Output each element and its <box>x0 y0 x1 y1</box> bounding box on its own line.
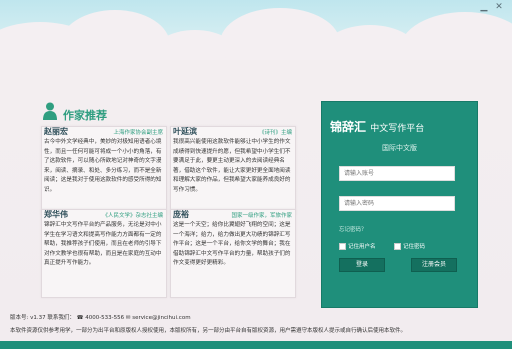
forgot-password-link[interactable]: 忘记密码？ <box>339 225 367 233</box>
card-author-tag: 《诗刊》主编 <box>258 130 292 136</box>
logo-subtitle: 中文写作平台 <box>370 124 425 134</box>
card-quote: 古今中外文学经典中，美妙的对极知用语者心境性，而且一任何可能可将成一个小小的角落… <box>44 139 162 193</box>
remember-user-checkbox[interactable] <box>339 242 346 250</box>
username-input[interactable] <box>339 166 455 181</box>
card-author-tag: 《人民文学》杂志社主编 <box>102 213 163 219</box>
logo-brand: 锦辞汇 <box>330 120 367 134</box>
login-panel: 锦辞汇 中文写作平台 国际中文版 忘记密码？ 记住用户名 记住密码 登录 注册会… <box>321 101 478 308</box>
app-logo: 锦辞汇 中文写作平台 <box>330 118 424 135</box>
card-author-tag: 上海作家协会副主席 <box>113 130 163 136</box>
cloud-base <box>0 60 512 100</box>
card-author-tag: 国家一级作家，军旅作家 <box>231 213 292 219</box>
recommendation-card: 叶延滨 《诗刊》主编 我很高兴能使用这款软件能够让中小学生的作文成绩得到快速提升… <box>170 126 296 215</box>
version-label: 国际中文版 <box>382 144 417 152</box>
card-quote: 我很高兴能使用这款软件能够让中小学生的作文成绩得到快速提升的愿，但我希望中小学生… <box>173 139 291 193</box>
minimize-button[interactable]: ▁ <box>479 3 489 12</box>
remember-password-checkbox[interactable] <box>394 242 401 250</box>
recommendation-card: 庞裕 国家一级作家，军旅作家 这是一个天空；给你比翼翅好飞翔的空间；这是一个海洋… <box>170 209 296 298</box>
user-icon <box>43 102 57 120</box>
remember-password-label: 记住密码 <box>403 244 426 250</box>
card-quote: 这是一个天空；给你比翼翅好飞翔的空间；这是一个海洋；给力，给力做出更大功绩的锦辞… <box>173 222 291 267</box>
password-input[interactable] <box>339 196 455 211</box>
section-title: 作家推荐 <box>63 109 107 122</box>
card-author-name: 庞裕 <box>173 210 189 219</box>
footer-disclaimer: 本软件资源仅供参考用学，一部分为出平台和原版权人授权使用，本版权所有，另一部分由… <box>10 328 407 334</box>
app-window: ▁ ✕ 作家推荐 赵丽宏 上海作家协会副主席 古今中外文学经典中，美妙的对极知用… <box>0 0 512 349</box>
remember-user-label: 记住用户名 <box>348 244 376 250</box>
footer-contact: 版本号: v1.37 联系我们： ☎ 4000-533-556 ✉ servic… <box>10 315 191 321</box>
recommendation-card: 赵丽宏 上海作家协会副主席 古今中外文学经典中，美妙的对极知用语者心境性，而且一… <box>41 126 167 215</box>
recommendation-card: 郑华伟 《人民文学》杂志社主编 锦辞汇中文写作平台的产品服务，无论是对中小学生在… <box>41 209 167 298</box>
login-button[interactable]: 登录 <box>339 258 385 272</box>
card-quote: 锦辞汇中文写作平台的产品服务，无论是对中小学生在学习语文和提高写作能力方面都有一… <box>44 222 162 267</box>
remember-user-option[interactable]: 记住用户名 <box>339 242 376 250</box>
card-author-name: 叶延滨 <box>173 127 197 136</box>
close-button[interactable]: ✕ <box>494 3 504 12</box>
card-author-name: 郑华伟 <box>44 210 68 219</box>
register-button[interactable]: 注册会员 <box>411 258 457 272</box>
remember-password-option[interactable]: 记住密码 <box>394 242 425 250</box>
card-author-name: 赵丽宏 <box>44 127 68 136</box>
bottom-bar <box>0 341 512 349</box>
